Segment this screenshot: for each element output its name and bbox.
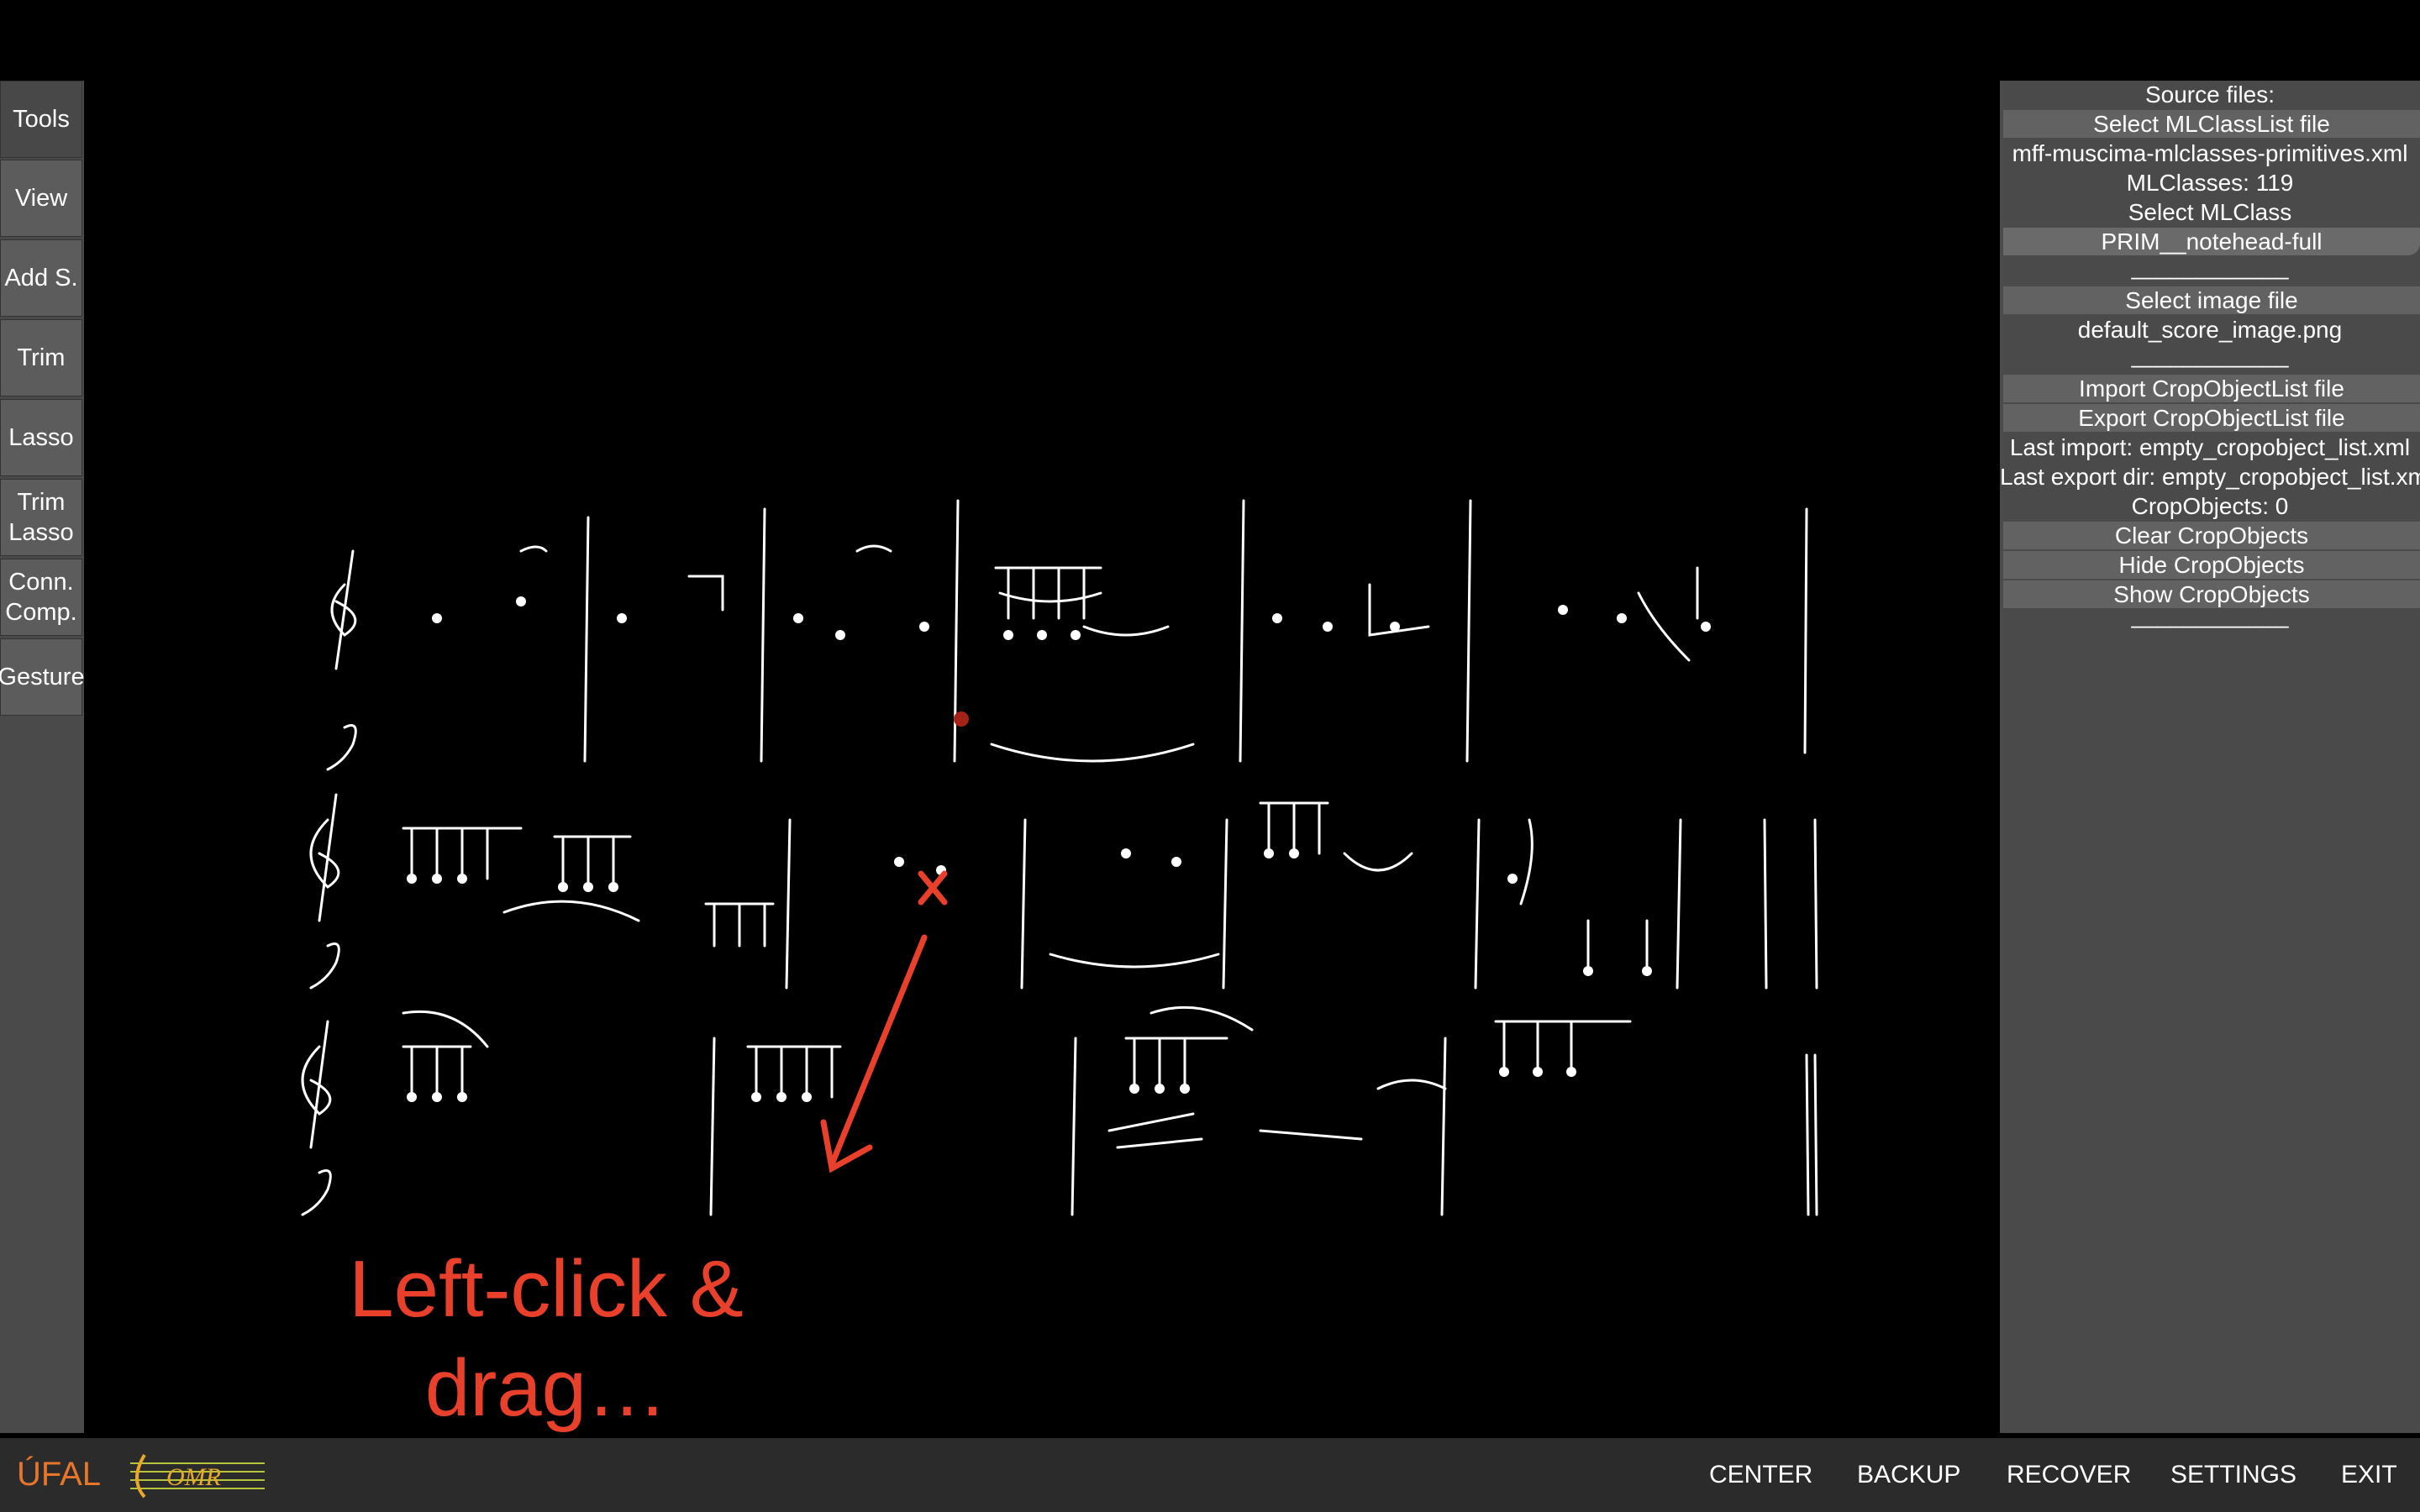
- hide-cropobjects-button[interactable]: Hide CropObjects: [2003, 551, 2420, 579]
- cropobjects-count-label: CropObjects: 0: [2131, 493, 2289, 519]
- tool-button-lasso[interactable]: Lasso: [0, 399, 82, 476]
- last-export-label: Last export dir: empty_cropobject_list.x…: [2000, 464, 2420, 490]
- left-toolbar: Tools View Add S. Trim Lasso Trim Lasso …: [0, 81, 85, 1433]
- bottom-bar: ÚFAL OMR CENTER BACKUP RECOVER SETTINGS …: [0, 1438, 2420, 1512]
- settings-button[interactable]: SETTINGS: [2170, 1457, 2296, 1494]
- export-cropobjects-button[interactable]: Export CropObjectList file: [2003, 404, 2420, 432]
- tool-button-view[interactable]: View: [0, 160, 82, 237]
- tool-button-trim-lasso[interactable]: Trim Lasso: [0, 479, 82, 556]
- score-canvas[interactable]: Left-click & drag…: [84, 81, 2000, 1433]
- center-button[interactable]: CENTER: [1709, 1457, 1812, 1494]
- tool-button-trim[interactable]: Trim: [0, 319, 82, 396]
- exit-button[interactable]: EXIT: [2341, 1457, 2397, 1494]
- score-noteheads: [407, 596, 1711, 1102]
- score-system-1: [326, 499, 1808, 771]
- mlclass-select[interactable]: PRIM__notehead-full: [2003, 228, 2420, 255]
- divider-1: ____________: [2131, 254, 2289, 280]
- select-image-button[interactable]: Select image file: [2003, 286, 2420, 314]
- drag-start-mark: [918, 870, 948, 906]
- recover-button[interactable]: RECOVER: [2007, 1457, 2131, 1494]
- tool-button-tools[interactable]: Tools: [0, 81, 82, 158]
- drag-arrow-line: [829, 934, 928, 1168]
- cursor-dot: [954, 711, 969, 727]
- select-mlclasslist-button[interactable]: Select MLClassList file: [2003, 110, 2420, 138]
- import-cropobjects-button[interactable]: Import CropObjectList file: [2003, 375, 2420, 402]
- svg-text:ÚFAL: ÚFAL: [17, 1455, 101, 1493]
- svg-text:OMR: OMR: [166, 1463, 221, 1491]
- score-system-3: [301, 1005, 1818, 1216]
- tool-button-add-selection[interactable]: Add S.: [0, 239, 82, 317]
- tool-button-gesture[interactable]: Gesture: [0, 638, 85, 716]
- tool-button-connected-components[interactable]: Conn. Comp.: [0, 559, 82, 636]
- divider-2: ____________: [2131, 342, 2289, 368]
- image-file-label: default_score_image.png: [2077, 317, 2343, 343]
- clear-cropobjects-button[interactable]: Clear CropObjects: [2003, 522, 2420, 549]
- divider-3: ____________: [2131, 602, 2289, 628]
- score-image[interactable]: [84, 81, 2000, 1433]
- select-mlclass-label: Select MLClass: [2128, 199, 2292, 225]
- instruction-text: Left-click & drag…: [349, 1244, 744, 1433]
- omr-logo: OMR: [130, 1453, 265, 1499]
- backup-button[interactable]: BACKUP: [1857, 1457, 1960, 1494]
- right-panel: Source files: Select MLClassList file mf…: [2000, 81, 2420, 1433]
- last-import-label: Last import: empty_cropobject_list.xml: [2009, 434, 2411, 460]
- ufal-logo: ÚFAL: [17, 1455, 101, 1493]
- mlclasslist-file-label: mff-muscima-mlclasses-primitives.xml: [2012, 140, 2408, 166]
- source-files-label: Source files:: [2144, 81, 2275, 108]
- drag-annotation: [820, 870, 948, 1173]
- score-system-2: [309, 793, 1818, 990]
- mlclasses-count-label: MLClasses: 119: [2126, 170, 2294, 196]
